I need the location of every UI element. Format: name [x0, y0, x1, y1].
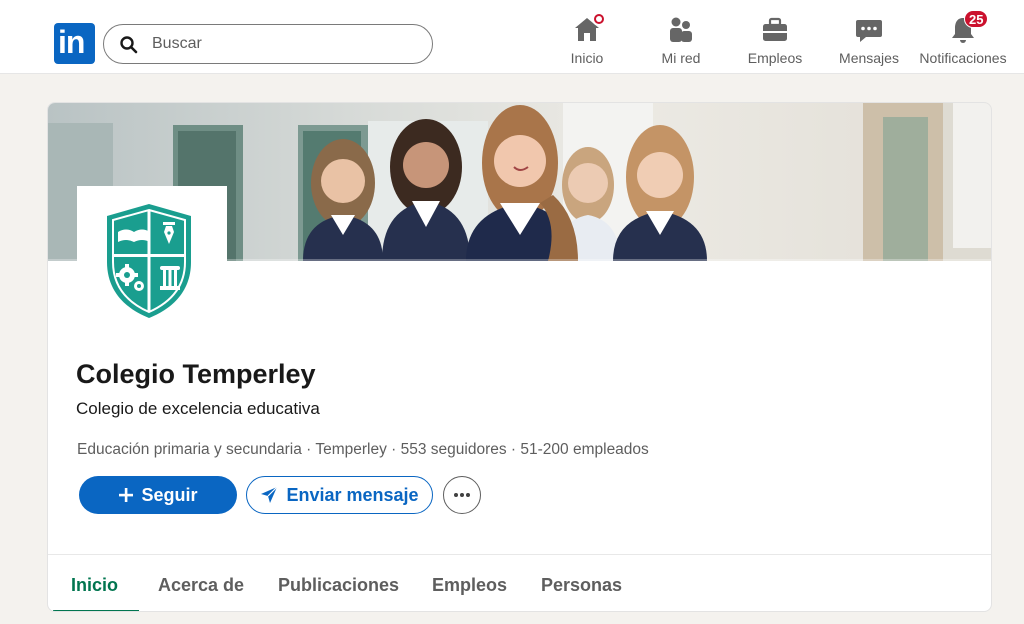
nav-item-jobs[interactable]: Empleos	[730, 14, 820, 70]
nav-label: Notificaciones	[919, 50, 1007, 66]
send-message-label: Enviar mensaje	[286, 484, 419, 505]
follow-button[interactable]: Seguir	[79, 476, 237, 514]
nav-label: Empleos	[747, 50, 803, 66]
ellipsis-icon	[454, 493, 470, 497]
more-options-button[interactable]	[443, 476, 481, 514]
search-input[interactable]	[152, 33, 412, 55]
plus-icon	[119, 488, 134, 502]
company-logo[interactable]	[77, 186, 227, 336]
notification-count-badge: 25	[964, 10, 989, 28]
school-crest-icon	[107, 204, 191, 318]
nav-item-messages[interactable]: Mensajes	[824, 14, 914, 70]
top-nav: in Inicio Mi red	[0, 0, 1024, 74]
message-icon	[853, 14, 885, 46]
tab-jobs[interactable]: Empleos	[432, 575, 507, 596]
profile-tabs: Inicio Acerca de Publicaciones Empleos P…	[48, 554, 991, 611]
company-meta: Educación primaria y secundaria · Temper…	[77, 441, 649, 458]
search-icon	[120, 36, 138, 54]
home-icon	[571, 12, 606, 46]
tab-posts[interactable]: Publicaciones	[278, 575, 399, 596]
tab-about[interactable]: Acerca de	[158, 575, 244, 596]
active-tab-indicator	[53, 610, 139, 611]
bell-icon: 25	[947, 10, 989, 46]
network-icon	[665, 14, 697, 46]
send-message-button[interactable]: Enviar mensaje	[246, 476, 433, 514]
nav-item-home[interactable]: Inicio	[542, 12, 632, 70]
nav-item-notifications[interactable]: 25 Notificaciones	[918, 10, 1008, 70]
notification-dot-icon	[592, 12, 606, 26]
search-box[interactable]	[103, 24, 433, 64]
tab-home[interactable]: Inicio	[71, 575, 118, 596]
company-name: Colegio Temperley	[76, 359, 316, 389]
company-profile-card: Colegio Temperley Colegio de excelencia …	[47, 102, 992, 612]
nav-label: Mi red	[661, 50, 701, 66]
nav-label: Inicio	[570, 50, 604, 66]
tab-people[interactable]: Personas	[541, 575, 622, 596]
briefcase-icon	[759, 14, 791, 46]
company-tagline: Colegio de excelencia educativa	[76, 399, 320, 418]
send-icon	[261, 486, 278, 503]
follow-label: Seguir	[141, 484, 198, 505]
linkedin-logo-icon[interactable]: in	[54, 23, 95, 64]
nav-label: Mensajes	[839, 50, 899, 66]
nav-item-network[interactable]: Mi red	[636, 14, 726, 70]
